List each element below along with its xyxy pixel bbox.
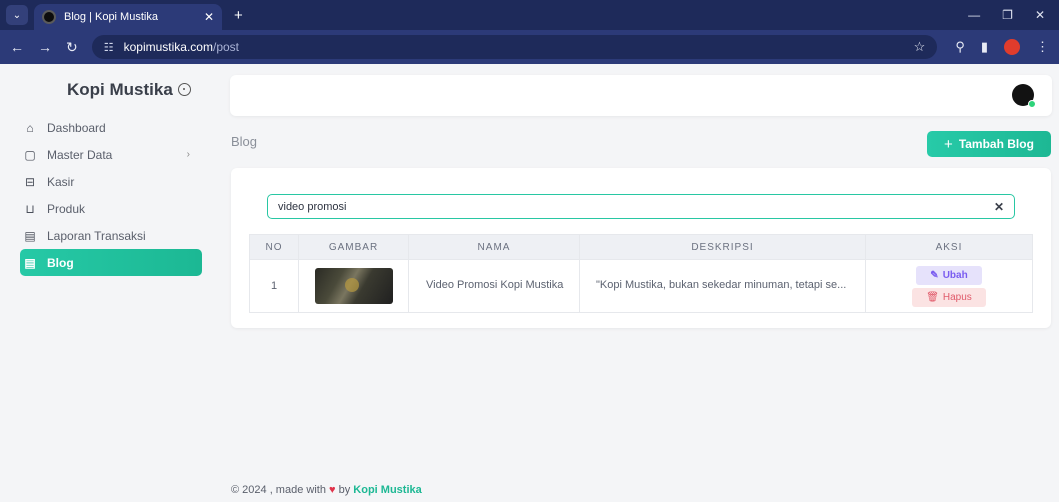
minimize-icon[interactable]: —: [968, 8, 980, 22]
edit-icon: ✎: [930, 269, 939, 281]
search-box: ✕: [267, 194, 1015, 219]
delete-label: Hapus: [942, 291, 972, 303]
window-controls: — ❐ ✕: [968, 8, 1059, 30]
blog-thumbnail: [314, 268, 393, 304]
more-menu-icon[interactable]: ⋮: [1036, 39, 1049, 55]
close-window-icon[interactable]: ✕: [1035, 8, 1045, 22]
row-name: Video Promosi Kopi Mustika: [408, 259, 580, 313]
sidebar-item-label: Produk: [47, 201, 86, 216]
new-tab-icon[interactable]: +: [234, 7, 243, 24]
online-status-icon: [1028, 100, 1036, 108]
sidebar-item-dashboard[interactable]: ⌂ Dashboard: [20, 114, 202, 141]
close-tab-icon[interactable]: ✕: [204, 10, 214, 24]
blog-table: NO GAMBAR NAMA DESKRIPSI AKSI 1 Video Pr…: [249, 234, 1033, 313]
side-panel-icon[interactable]: ▮: [981, 39, 988, 55]
browser-tab-bar: ⌄ Blog | Kopi Mustika ✕ + — ❐ ✕: [0, 0, 1059, 30]
row-number: 1: [249, 259, 299, 313]
browser-toolbar-icons: ⚲ ▮ ⋮: [955, 39, 1049, 55]
sidebar-item-produk[interactable]: ⊔ Produk: [20, 195, 202, 222]
edit-label: Ubah: [942, 269, 968, 281]
sidebar-item-label: Blog: [47, 255, 74, 270]
sidebar-item-blog[interactable]: ▤ Blog: [20, 249, 202, 276]
sidebar: Kopi Mustika ⌂ Dashboard ▢ Master Data ›…: [0, 64, 215, 502]
bookmark-star-icon[interactable]: ☆: [914, 39, 926, 55]
column-header-deskripsi: DESKRIPSI: [579, 234, 866, 260]
row-image-cell: [298, 259, 409, 313]
column-header-aksi: AKSI: [865, 234, 1033, 260]
table-row: 1 Video Promosi Kopi Mustika "Kopi Musti…: [249, 259, 1033, 313]
tab-title: Blog | Kopi Mustika: [64, 11, 158, 23]
delete-button[interactable]: 🗑 Hapus: [912, 287, 986, 307]
search-input[interactable]: [278, 200, 994, 213]
column-header-gambar: GAMBAR: [298, 234, 409, 260]
blog-icon: ▤: [24, 255, 36, 270]
back-icon[interactable]: ←: [10, 39, 24, 55]
tab-search-chevron-icon[interactable]: ⌄: [6, 5, 28, 25]
page-title: Blog: [231, 134, 258, 149]
footer-brand-link[interactable]: Kopi Mustika: [353, 484, 421, 496]
brand-circle-icon: [177, 83, 191, 96]
row-description: "Kopi Mustika, bukan sekedar minuman, te…: [579, 259, 866, 313]
add-blog-button[interactable]: + Tambah Blog: [927, 131, 1051, 157]
cashier-icon: ⊟: [24, 174, 36, 189]
sidebar-item-label: Dashboard: [47, 120, 106, 135]
add-blog-label: Tambah Blog: [958, 137, 1034, 151]
blog-table-card: ✕ NO GAMBAR NAMA DESKRIPSI AKSI 1 Video …: [231, 168, 1051, 328]
top-navbar: [230, 75, 1052, 116]
footer-prefix: © 2024 , made with: [231, 484, 326, 496]
extensions-icon[interactable]: ⚲: [955, 39, 965, 55]
table-header-row: NO GAMBAR NAMA DESKRIPSI AKSI: [249, 234, 1033, 260]
heart-icon: ♥: [329, 484, 336, 496]
forward-icon[interactable]: →: [38, 39, 52, 55]
sidebar-item-label: Kasir: [47, 174, 75, 189]
footer-by: by: [338, 484, 351, 496]
reload-icon[interactable]: ↻: [66, 39, 78, 56]
column-header-no: NO: [249, 234, 299, 260]
site-favicon-icon: [42, 10, 56, 24]
report-icon: ▤: [24, 228, 36, 243]
trash-icon: 🗑: [926, 291, 939, 303]
browser-tab[interactable]: Blog | Kopi Mustika ✕: [34, 4, 222, 30]
address-bar-row: ← → ↻ ☷ kopimustika.com/post ☆ ⚲ ▮ ⋮: [0, 30, 1059, 64]
url-path: /post: [212, 40, 239, 54]
profile-avatar-icon[interactable]: [1004, 39, 1020, 55]
brand-title[interactable]: Kopi Mustika: [67, 80, 191, 100]
square-icon: ▢: [24, 147, 36, 162]
sidebar-item-label: Master Data: [47, 147, 113, 162]
row-actions: ✎ Ubah 🗑 Hapus: [865, 259, 1033, 313]
restore-icon[interactable]: ❐: [1002, 8, 1013, 22]
edit-button[interactable]: ✎ Ubah: [916, 265, 982, 285]
clear-search-icon[interactable]: ✕: [994, 200, 1004, 214]
chevron-right-icon: ›: [186, 149, 190, 160]
sidebar-item-laporan-transaksi[interactable]: ▤ Laporan Transaksi: [20, 222, 202, 249]
sidebar-item-kasir[interactable]: ⊟ Kasir: [20, 168, 202, 195]
cart-icon: ⊔: [25, 201, 35, 216]
plus-icon: +: [944, 135, 953, 153]
home-icon: ⌂: [26, 120, 34, 135]
sidebar-nav: ⌂ Dashboard ▢ Master Data › ⊟ Kasir ⊔ Pr…: [20, 114, 202, 276]
sidebar-item-master-data[interactable]: ▢ Master Data ›: [20, 141, 202, 168]
url-host: kopimustika.com: [123, 40, 213, 54]
sidebar-item-label: Laporan Transaksi: [47, 228, 146, 243]
brand-name: Kopi Mustika: [67, 80, 173, 99]
url-field[interactable]: ☷ kopimustika.com/post ☆: [91, 35, 938, 59]
footer: © 2024 , made with ♥ by Kopi Mustika: [231, 484, 422, 496]
site-settings-icon[interactable]: ☷: [104, 41, 114, 54]
column-header-nama: NAMA: [408, 234, 580, 260]
